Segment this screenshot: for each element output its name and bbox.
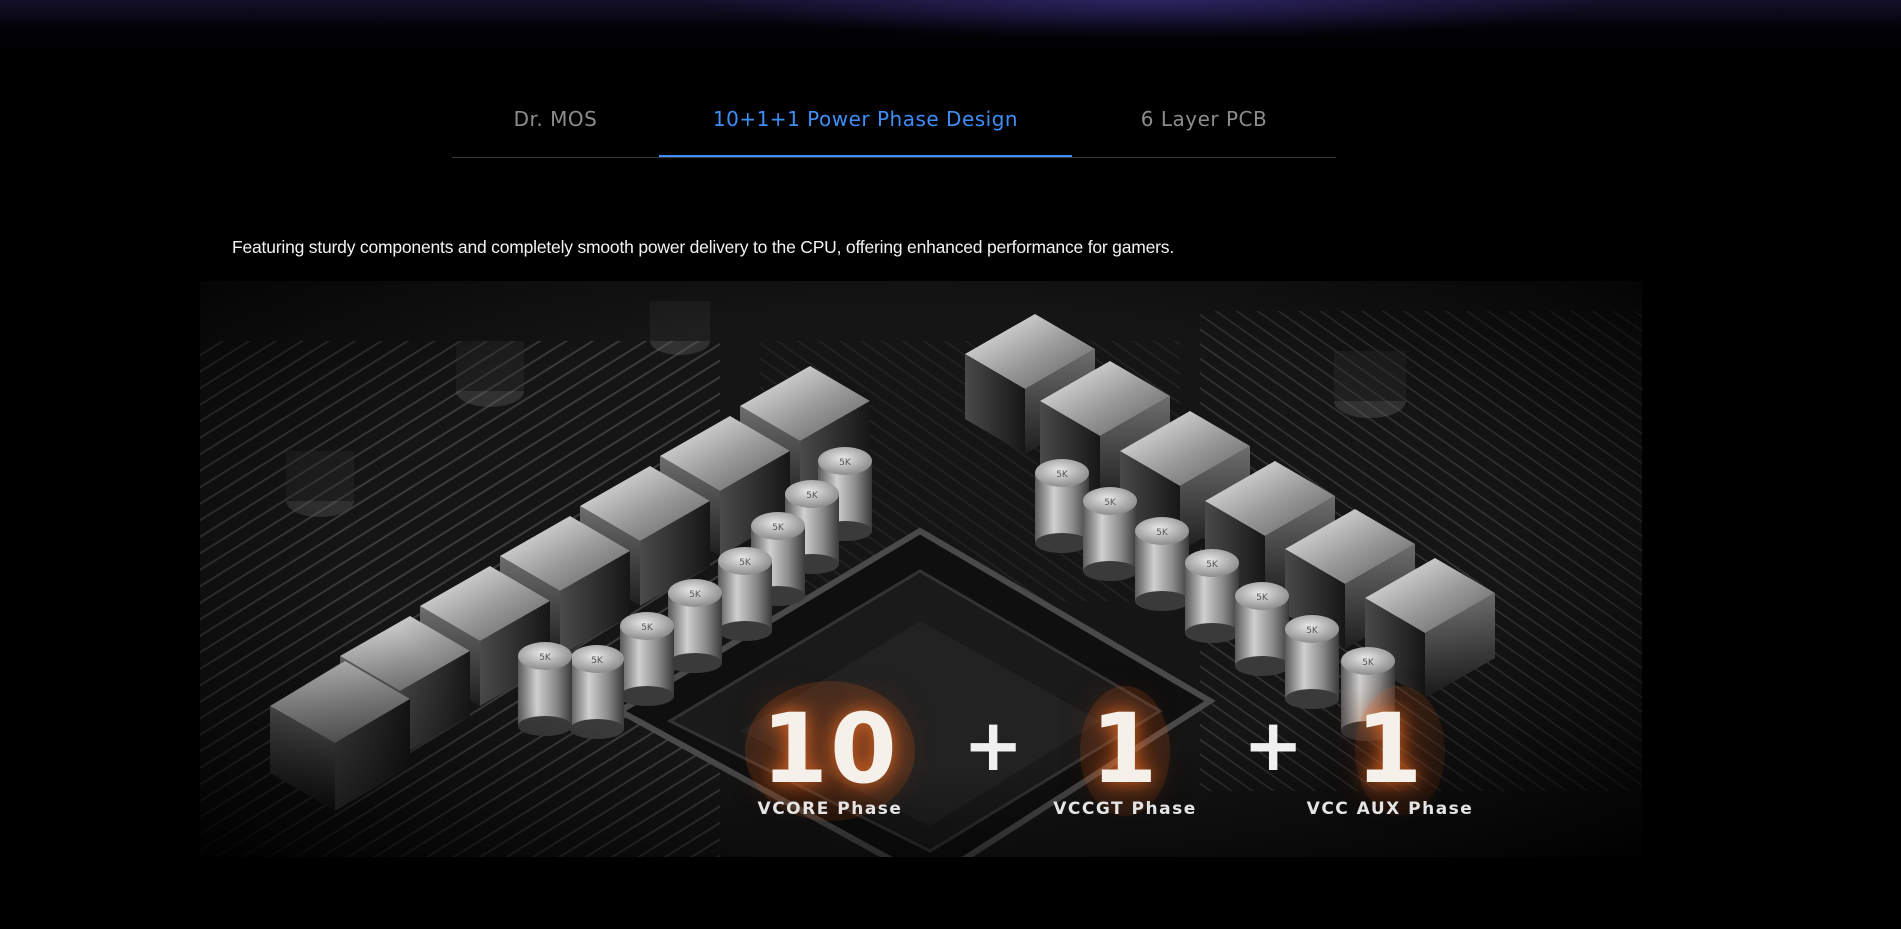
vcc-aux-callout: 1 VCC AUX Phase <box>1285 701 1495 819</box>
plus-sign: + <box>963 703 1024 787</box>
vccgt-label: VCCGT Phase <box>1053 799 1197 819</box>
vcc-aux-count: 1 <box>1355 693 1425 805</box>
vccgt-callout: 1 VCCGT Phase <box>1030 701 1220 819</box>
power-phase-image: 5K 5K 5K 5K <box>200 281 1642 857</box>
vcc-aux-label: VCC AUX Phase <box>1306 799 1474 819</box>
phase-callouts: 10 VCORE Phase + 1 VCCGT Phase + 1 VCC A… <box>200 281 1642 857</box>
tab-power-phase-design[interactable]: 10+1+1 Power Phase Design <box>659 88 1072 157</box>
vcore-count: 10 <box>761 693 899 805</box>
feature-tabs: Dr. MOS 10+1+1 Power Phase Design 6 Laye… <box>452 88 1336 158</box>
top-gradient <box>0 0 1901 60</box>
tab-6-layer-pcb[interactable]: 6 Layer PCB <box>1072 88 1336 156</box>
page: Dr. MOS 10+1+1 Power Phase Design 6 Laye… <box>0 0 1901 929</box>
vcore-callout: 10 VCORE Phase <box>735 701 925 819</box>
tab-dr-mos[interactable]: Dr. MOS <box>452 88 659 156</box>
feature-description: Featuring sturdy components and complete… <box>232 237 1174 257</box>
vcore-label: VCORE Phase <box>757 799 903 819</box>
vccgt-count: 1 <box>1090 693 1160 805</box>
